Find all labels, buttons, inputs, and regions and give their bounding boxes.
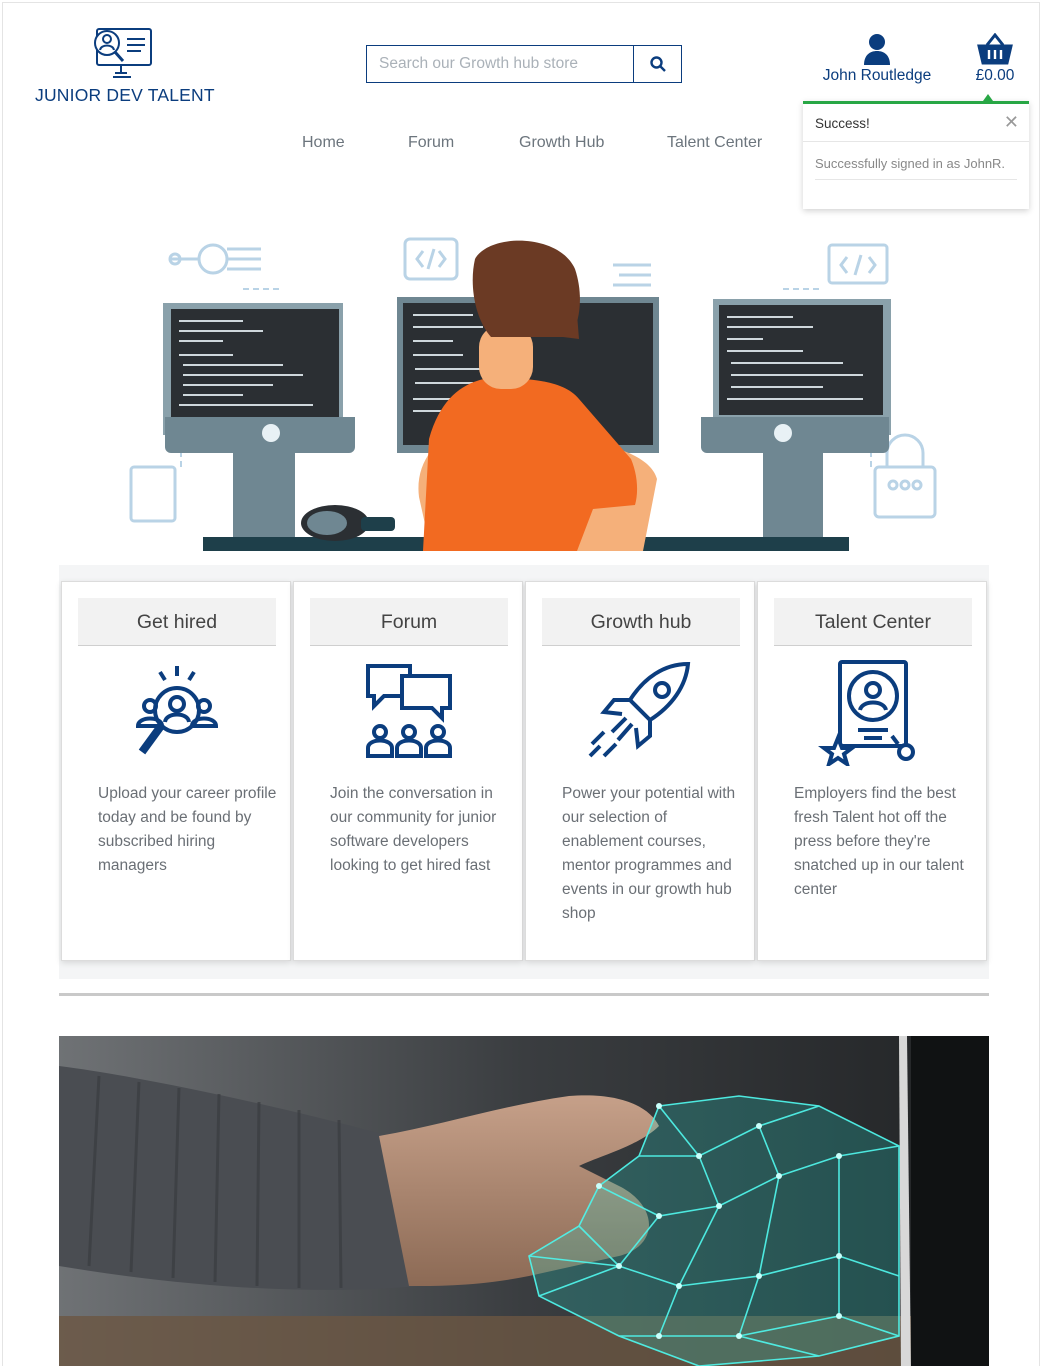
account-menu[interactable]: John Routledge [815,33,939,89]
toast-title: Success! [815,116,870,131]
logo-icon [94,28,152,78]
page: JUNIOR DEV TALENT John Routledge £0.00 [2,2,1040,1366]
developer-at-desk-illustration [129,237,937,551]
talent-search-icon [135,666,219,755]
feature-card-growth-hub[interactable]: Growth hub Power your potential with our… [525,581,755,961]
community-chat-icon [366,664,452,758]
feature-title: Forum [310,598,508,646]
basket-total: £0.00 [975,67,1015,84]
feature-card-forum[interactable]: Forum Join the conversation in our commu… [293,581,523,961]
rocket-icon [588,661,691,758]
feature-card-get-hired[interactable]: Get hired Upload your career profile tod… [61,581,291,961]
digital-handshake-image [59,1036,989,1366]
feature-description: Power your potential with our selection … [562,785,736,922]
toast-header: Success! ✕ [803,104,1029,142]
feature-description: Employers find the best fresh Talent hot… [794,785,964,898]
success-toast: Success! ✕ Successfully signed in as Joh… [803,94,1029,209]
search-bar [366,45,682,83]
feature-title: Get hired [78,598,276,646]
user-icon [864,34,890,65]
feature-description: Upload your career profile today and be … [98,785,277,874]
basket-icon [977,33,1013,65]
feature-card-talent-center[interactable]: Talent Center Employers find the best fr… [757,581,987,961]
main-nav: Home Forum Growth Hub Talent Center [3,134,803,158]
feature-title: Talent Center [774,598,972,646]
search-button[interactable] [633,46,681,82]
feature-title: Growth hub [542,598,740,646]
candidate-profile-icon [818,660,915,766]
search-input[interactable] [367,46,633,82]
feature-description: Join the conversation in our community f… [330,785,497,874]
toast-arrow [983,94,993,101]
brand-logo[interactable]: JUNIOR DEV TALENT [35,25,215,109]
toast-message: Successfully signed in as JohnR. [815,156,1017,180]
brand-name: JUNIOR DEV TALENT [35,85,215,105]
nav-growth-hub[interactable]: Growth Hub [519,134,604,152]
close-icon[interactable]: ✕ [1004,113,1019,131]
basket-link[interactable]: £0.00 [965,33,1025,89]
nav-talent-center[interactable]: Talent Center [667,134,762,152]
account-name: John Routledge [822,67,932,84]
nav-home[interactable]: Home [302,134,345,152]
nav-forum[interactable]: Forum [408,134,454,152]
section-divider [59,993,989,996]
search-icon [649,56,666,72]
